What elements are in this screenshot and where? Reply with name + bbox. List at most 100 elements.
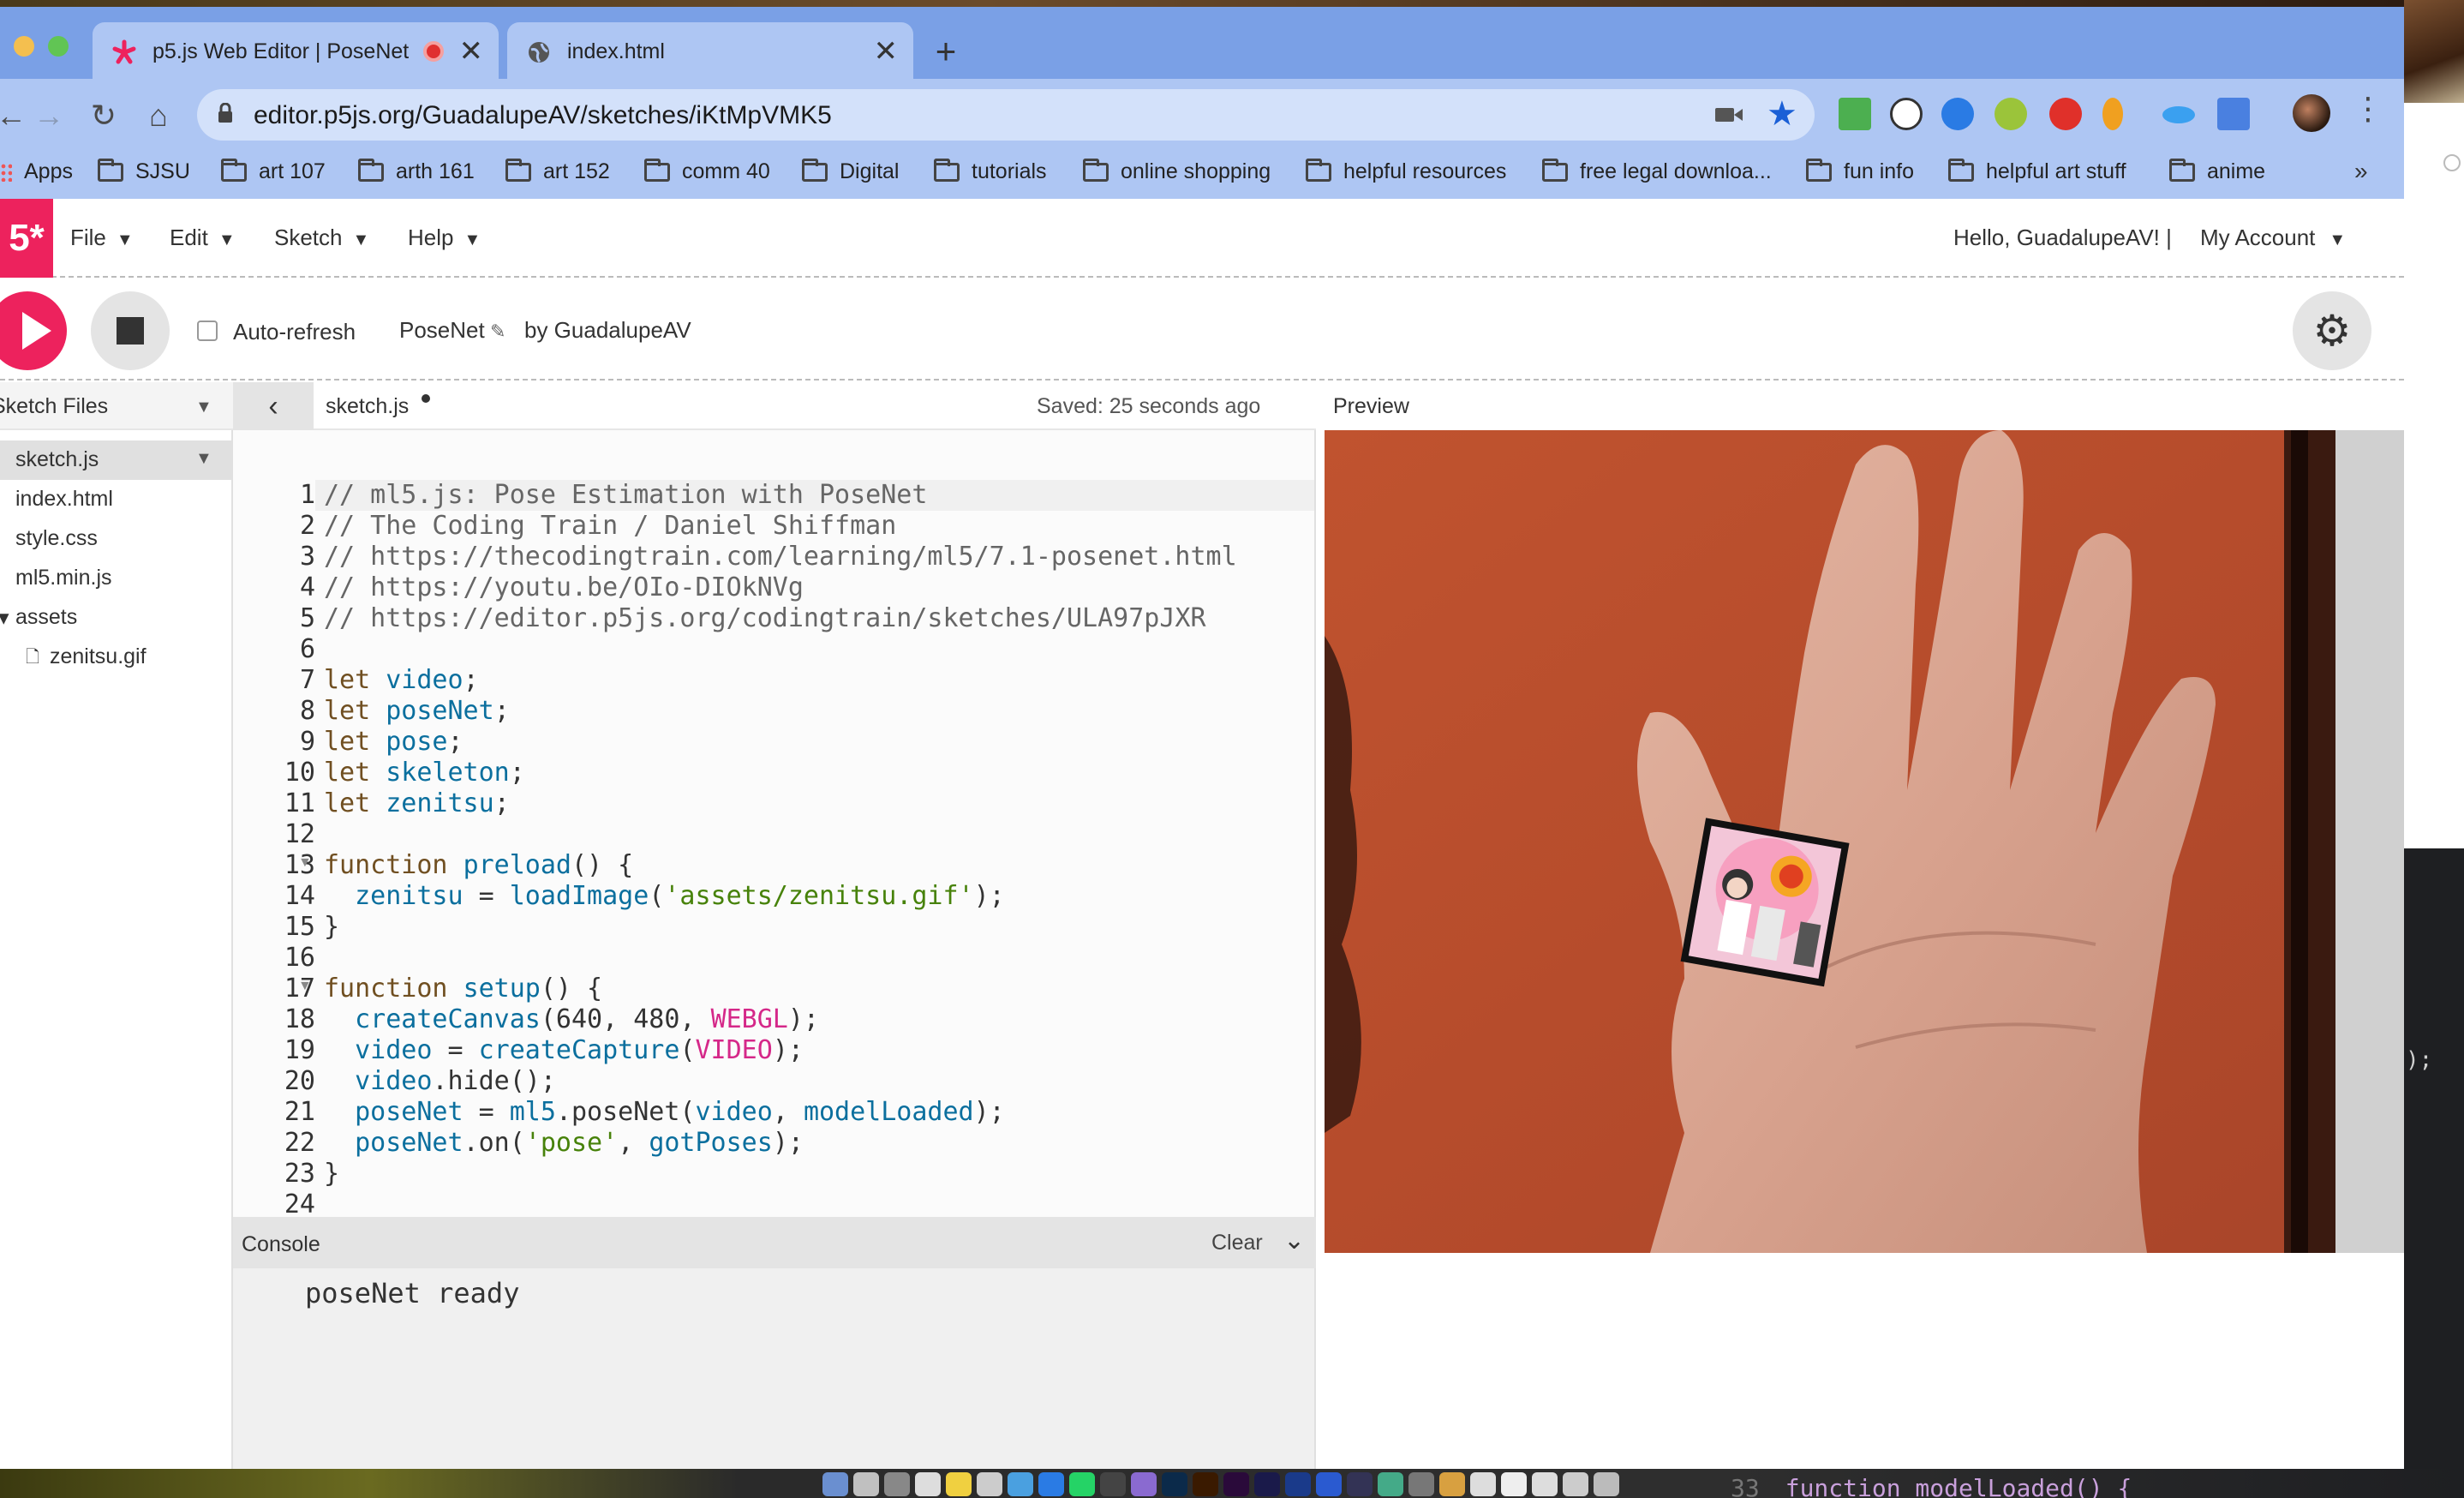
bookmark-folder-helpful-resources[interactable]: helpful resources (1306, 158, 1506, 184)
file-item-sketch-js[interactable]: sketch.js (15, 447, 99, 472)
collapse-sidebar-button[interactable]: ‹ (233, 382, 314, 430)
file-item-style-css[interactable]: style.css (15, 526, 98, 551)
my-account-menu[interactable]: My Account ▼ (2200, 225, 2346, 251)
home-icon[interactable]: ⌂ (137, 94, 180, 137)
preview-app-icon[interactable] (977, 1472, 1002, 1496)
bookmark-folder-free-legal-downloads[interactable]: free legal downloa... (1542, 158, 1772, 184)
finder-icon[interactable] (822, 1472, 848, 1496)
close-tab-icon[interactable]: ✕ (874, 34, 899, 69)
tab-index-html[interactable]: index.html ✕ (507, 22, 913, 79)
bookmark-star-icon[interactable]: ★ (1767, 94, 1797, 134)
pencil-icon[interactable]: ✎ (490, 321, 505, 343)
sketch-files-sidebar: Sketch Files ▼ ▼ sketch.js index.html st… (0, 382, 233, 1469)
file-icon: 🗋 (26, 648, 40, 667)
code-content[interactable]: // ml5.js: Pose Estimation with PoseNet /… (324, 480, 1237, 1217)
menu-edit[interactable]: Edit ▼ (170, 225, 236, 251)
discord-icon[interactable] (1131, 1472, 1157, 1496)
premiere-icon[interactable] (1223, 1472, 1249, 1496)
extension-w-icon[interactable] (1995, 98, 2027, 130)
document-icon[interactable] (1501, 1472, 1527, 1496)
extension-circle-icon[interactable] (1890, 98, 1923, 130)
whatsapp-icon[interactable] (1069, 1472, 1095, 1496)
editor-file-tab[interactable]: sketch.js (326, 394, 409, 419)
extension-blue-icon[interactable] (1941, 98, 1974, 130)
media-encoder-icon[interactable] (1285, 1472, 1311, 1496)
chevron-down-icon[interactable]: ⌄ (1283, 1225, 1305, 1255)
bookmark-folder-sjsu[interactable]: SJSU (98, 158, 190, 184)
browser-menu-icon[interactable]: ⋮ (2353, 91, 2383, 127)
menu-sketch[interactable]: Sketch ▼ (274, 225, 369, 251)
after-effects-icon[interactable] (1254, 1472, 1280, 1496)
project-name[interactable]: PoseNet (399, 317, 485, 344)
chrome-icon[interactable] (1008, 1472, 1033, 1496)
trash-icon[interactable] (1594, 1472, 1619, 1496)
zoom-icon[interactable] (1038, 1472, 1064, 1496)
file-item-ml5-min-js[interactable]: ml5.min.js (15, 566, 112, 590)
forward-icon[interactable]: → (27, 94, 70, 137)
preview-canvas[interactable] (1325, 430, 2404, 1253)
zoom-window-button[interactable] (48, 36, 69, 57)
extension-eye-icon[interactable] (2162, 106, 2195, 123)
calendar-icon[interactable] (915, 1472, 941, 1496)
reload-icon[interactable]: ↻ (82, 94, 125, 137)
profile-avatar[interactable] (2293, 94, 2330, 132)
bookmark-folder-arth-161[interactable]: arth 161 (358, 158, 475, 184)
folder-caret-icon[interactable]: ▾ (0, 605, 9, 631)
p5-logo[interactable]: 5* (0, 199, 53, 278)
github-icon[interactable] (1100, 1472, 1126, 1496)
camera-icon[interactable] (1713, 103, 1744, 127)
bookmark-folder-tutorials[interactable]: tutorials (934, 158, 1047, 184)
stop-button[interactable] (91, 291, 170, 370)
document-icon[interactable] (1532, 1472, 1558, 1496)
line-number: 1 (299, 480, 315, 510)
app-icon[interactable] (1439, 1472, 1465, 1496)
extension-adblock-icon[interactable] (2049, 98, 2082, 130)
file-item-zenitsu-gif[interactable]: zenitsu.gif (50, 644, 147, 669)
play-button[interactable] (0, 291, 67, 370)
unsaved-indicator (422, 394, 430, 403)
folder-item-assets[interactable]: assets (15, 605, 77, 630)
bookmark-folder-fun-info[interactable]: fun info (1806, 158, 1914, 184)
bookmark-label: Digital (840, 159, 900, 183)
bookmark-folder-digital[interactable]: Digital (802, 158, 900, 184)
minimize-window-button[interactable] (14, 36, 34, 57)
tab-p5-editor[interactable]: p5.js Web Editor | PoseNet ✕ (93, 22, 499, 79)
bookmark-folder-comm-40[interactable]: comm 40 (644, 158, 770, 184)
notes-icon[interactable] (946, 1472, 972, 1496)
safari-icon[interactable] (884, 1472, 910, 1496)
document-icon[interactable] (1563, 1472, 1588, 1496)
fold-toggle-icon[interactable]: ▼ (298, 979, 312, 994)
bookmark-folder-art-152[interactable]: art 152 (505, 158, 610, 184)
bookmark-folder-helpful-art-stuff[interactable]: helpful art stuff (1948, 158, 2126, 184)
menu-help[interactable]: Help ▼ (408, 225, 481, 251)
caret-down-icon[interactable]: ▼ (195, 398, 212, 417)
app-icon[interactable] (1347, 1472, 1373, 1496)
extension-download-icon[interactable] (1839, 98, 1871, 130)
close-tab-icon[interactable]: ✕ (459, 34, 484, 69)
launchpad-icon[interactable] (853, 1472, 879, 1496)
photoshop-icon[interactable] (1162, 1472, 1187, 1496)
document-icon[interactable] (1470, 1472, 1496, 1496)
bookmark-folder-online-shopping[interactable]: online shopping (1083, 158, 1271, 184)
illustrator-icon[interactable] (1193, 1472, 1218, 1496)
file-item-index-html[interactable]: index.html (15, 487, 113, 512)
app-icon[interactable] (1408, 1472, 1434, 1496)
settings-button[interactable]: ⚙ (2293, 291, 2371, 370)
word-icon[interactable] (1316, 1472, 1342, 1496)
fold-toggle-icon[interactable]: ▼ (298, 855, 312, 871)
app-icon[interactable] (1378, 1472, 1403, 1496)
extension-translate-icon[interactable] (2217, 98, 2250, 130)
auto-refresh-checkbox[interactable] (197, 321, 218, 341)
file-options-icon[interactable]: ▼ (195, 449, 212, 469)
bookmarks-overflow-icon[interactable]: » (2354, 158, 2368, 185)
address-bar[interactable]: editor.p5js.org/GuadalupeAV/sketches/iKt… (197, 89, 1815, 141)
extension-orange-icon[interactable] (2102, 98, 2123, 130)
bookmark-folder-anime[interactable]: anime (2169, 158, 2265, 184)
bookmark-apps[interactable]: Apps (0, 159, 73, 184)
bookmark-folder-art-107[interactable]: art 107 (221, 158, 326, 184)
browser-toolbar: ← → ↻ ⌂ editor.p5js.org/GuadalupeAV/sket… (0, 79, 2404, 151)
code-editor[interactable]: 1 2 3 4 5 6 7 8 9 10 11 12 13 ▼ 14 15 16 17 ▼ 18 19 20 21 22 23 2… (233, 430, 1316, 1217)
menu-file[interactable]: File ▼ (70, 225, 134, 251)
new-tab-button[interactable]: + (924, 29, 968, 74)
console-clear-button[interactable]: Clear (1211, 1231, 1263, 1255)
